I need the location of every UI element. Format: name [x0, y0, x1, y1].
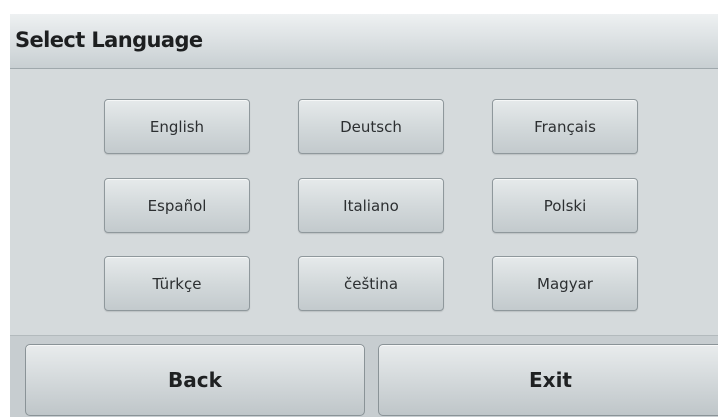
language-button-magyar[interactable]: Magyar — [492, 256, 638, 311]
language-grid: English Deutsch Français Español Italian… — [10, 69, 718, 335]
footer-bar: Back Exit — [10, 335, 718, 417]
page-title: Select Language — [15, 28, 203, 52]
language-label: Français — [534, 117, 596, 136]
exit-label: Exit — [529, 368, 572, 392]
exit-button[interactable]: Exit — [378, 344, 718, 416]
back-label: Back — [168, 368, 222, 392]
language-button-polski[interactable]: Polski — [492, 178, 638, 233]
language-screen: Select Language English Deutsch Français… — [10, 14, 718, 417]
language-label: Türkçe — [152, 274, 202, 293]
language-label: English — [149, 117, 205, 136]
language-button-cestina[interactable]: čeština — [298, 256, 444, 311]
language-button-english[interactable]: English — [104, 99, 250, 154]
language-label: Magyar — [537, 274, 593, 293]
language-button-espanol[interactable]: Español — [104, 178, 250, 233]
language-button-deutsch[interactable]: Deutsch — [298, 99, 444, 154]
title-bar: Select Language — [10, 14, 718, 69]
back-button[interactable]: Back — [25, 344, 365, 416]
language-label: Español — [147, 196, 207, 215]
language-label: čeština — [343, 274, 399, 293]
language-label: Polski — [543, 196, 587, 215]
language-label: Italiano — [343, 196, 399, 215]
language-label: Deutsch — [340, 117, 402, 136]
language-button-italiano[interactable]: Italiano — [298, 178, 444, 233]
language-button-turkce[interactable]: Türkçe — [104, 256, 250, 311]
language-button-francais[interactable]: Français — [492, 99, 638, 154]
